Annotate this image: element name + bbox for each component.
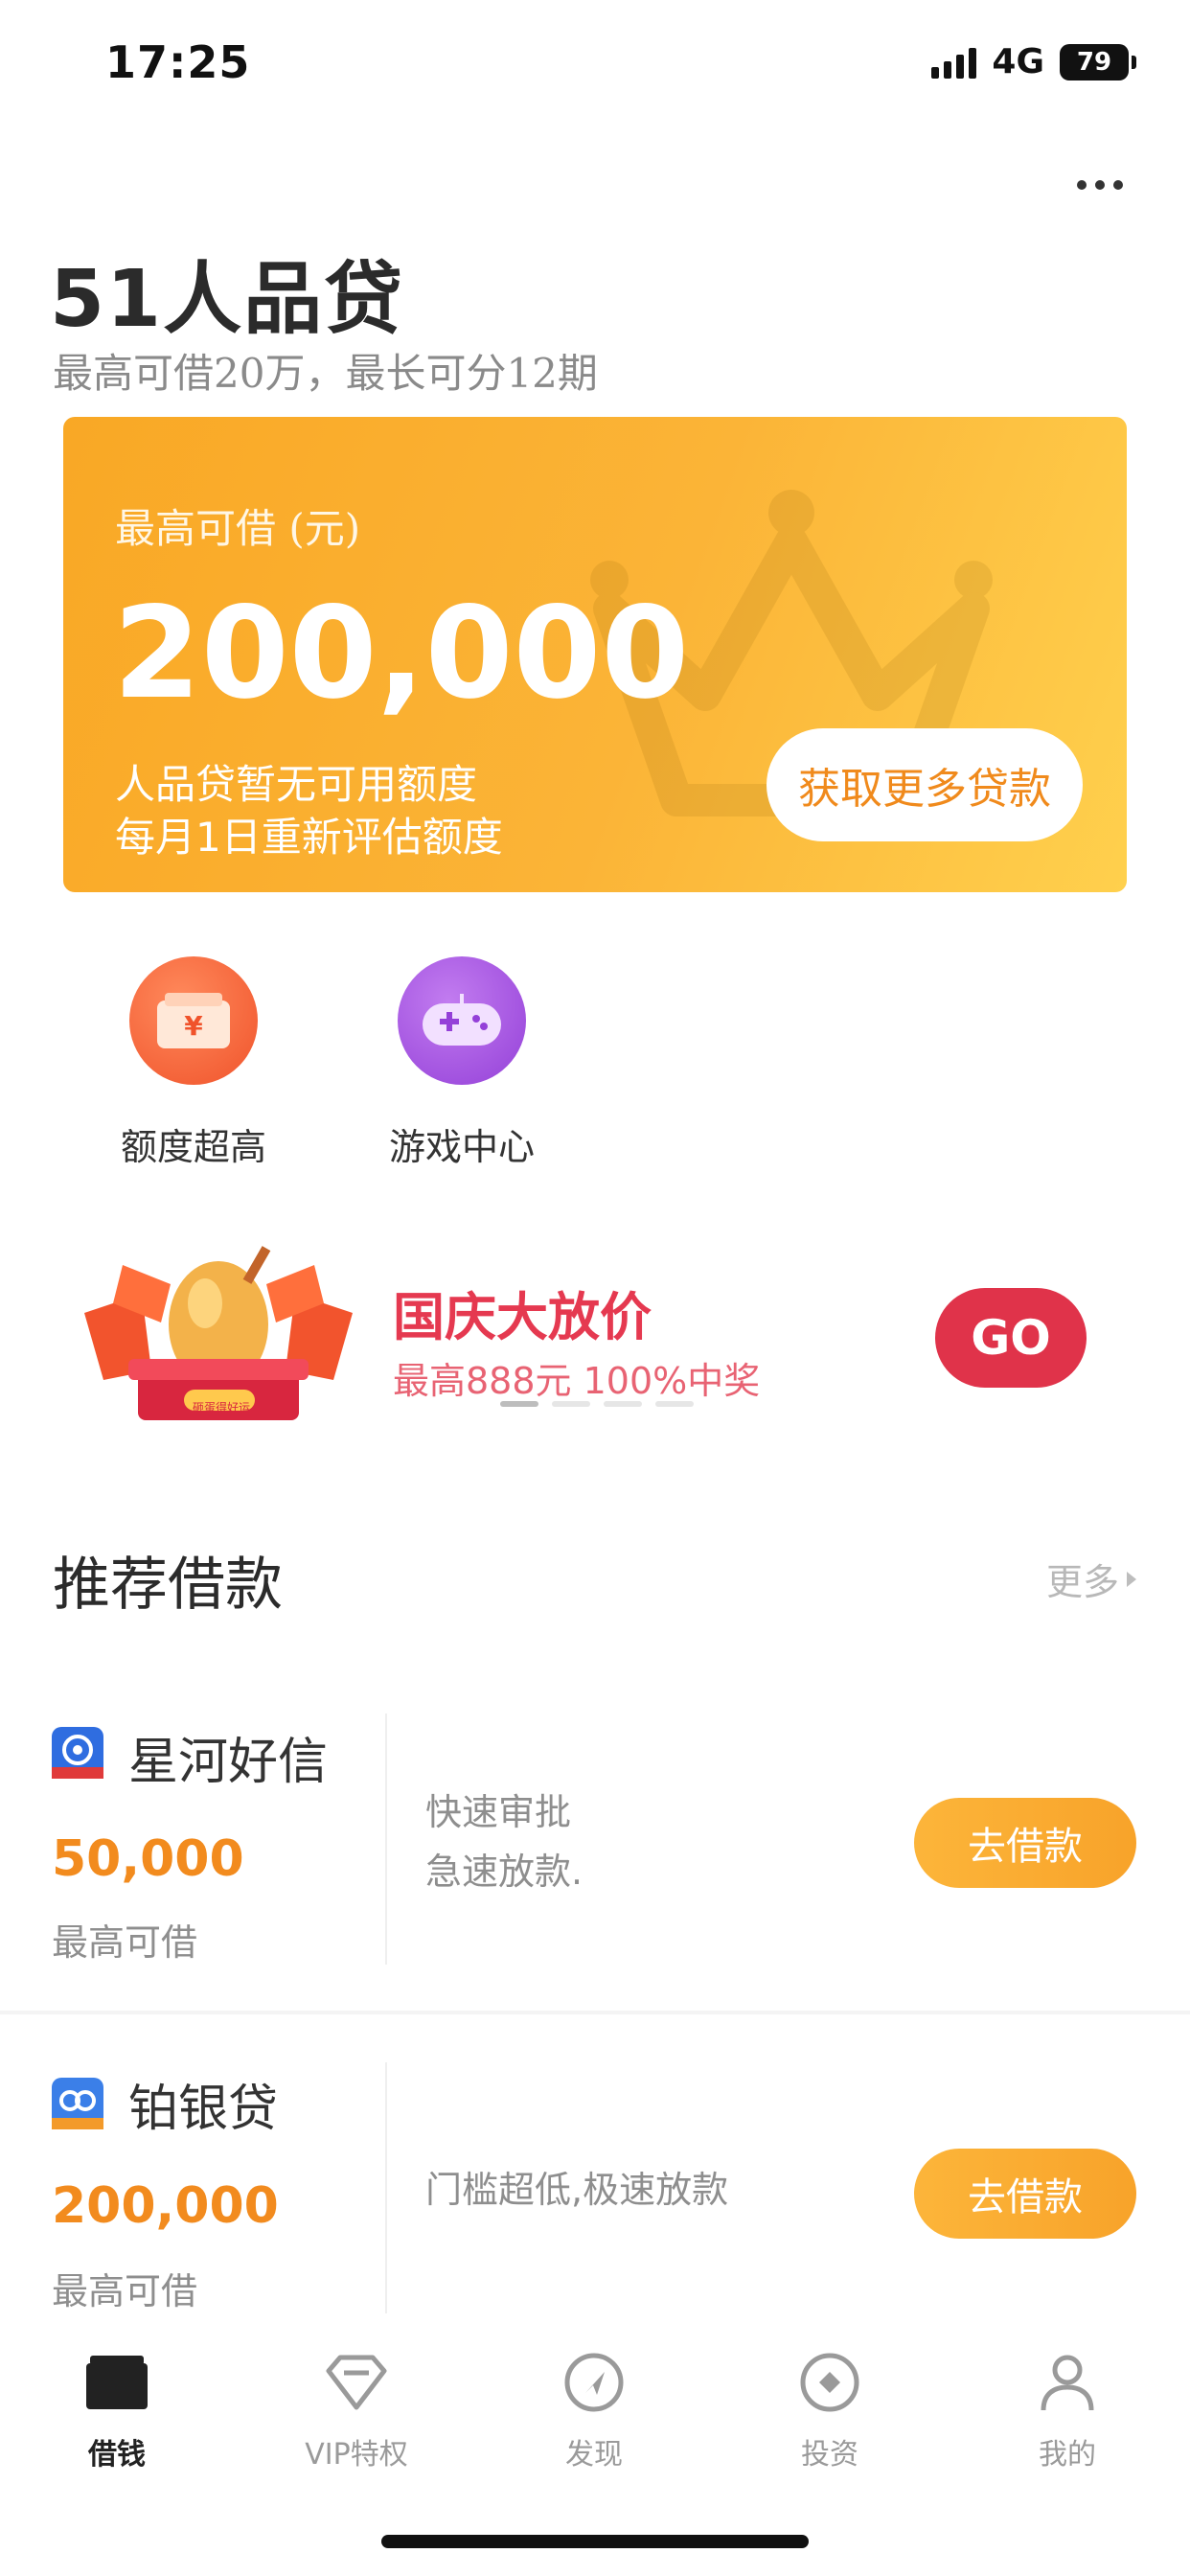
more-options-icon[interactable]	[1077, 180, 1123, 190]
borrow-button[interactable]: 去借款	[914, 2149, 1136, 2239]
loan-amount: 200,000	[52, 2177, 279, 2235]
svg-text:¥: ¥	[184, 1010, 203, 1042]
quick-link-game-center[interactable]: 游戏中心	[356, 956, 567, 1170]
bottom-tab-bar: 借钱 VIP特权 发现 投资 我的	[0, 2336, 1190, 2480]
tab-label: 发现	[565, 2438, 623, 2472]
status-time: 17:25	[105, 36, 251, 88]
loan-amount: 50,000	[52, 1830, 244, 1888]
chevron-right-icon	[1127, 1571, 1136, 1587]
hero-label: 最高可借 (元)	[115, 505, 361, 552]
loan-caption: 最高可借	[52, 1921, 198, 1964]
loan-desc-line: 快速审批	[425, 1791, 572, 1833]
battery-icon: 79	[1060, 43, 1136, 80]
wallet-tab-icon	[21, 2342, 213, 2423]
page-subtitle: 最高可借20万，最长可分12期	[53, 350, 598, 397]
banner-title: 国庆大放价	[393, 1287, 652, 1347]
signal-icon	[931, 46, 977, 79]
tab-profile[interactable]: 我的	[972, 2342, 1163, 2472]
loan-desc-line: 急速放款.	[425, 1851, 584, 1893]
get-more-loans-button[interactable]: 获取更多贷款	[767, 728, 1083, 841]
status-icons: 4G 79	[931, 42, 1136, 81]
egg-caption: 砸蛋得好运	[192, 1401, 250, 1414]
battery-level: 79	[1060, 43, 1129, 80]
borrow-button[interactable]: 去借款	[914, 1798, 1136, 1888]
tab-label: 借钱	[88, 2438, 146, 2472]
hero-reassess-line: 每月1日重新评估额度	[115, 814, 503, 861]
hero-status-line: 人品贷暂无可用额度	[115, 761, 478, 808]
profile-icon	[972, 2342, 1163, 2423]
credit-limit-card: 最高可借 (元) 200,000 人品贷暂无可用额度 每月1日重新评估额度 获取…	[63, 417, 1127, 892]
loan-name: 星河好信	[128, 1734, 329, 1791]
loan-item[interactable]: 星河好信 50,000 最高可借 快速审批 急速放款. 去借款	[0, 1704, 1190, 1972]
tab-vip[interactable]: VIP特权	[261, 2342, 452, 2472]
tab-invest[interactable]: 投资	[734, 2342, 926, 2472]
more-link-label: 更多	[1045, 1561, 1119, 1603]
gamepad-icon	[398, 956, 526, 1085]
carousel-indicator	[500, 1401, 694, 1407]
tab-discover[interactable]: 发现	[498, 2342, 690, 2472]
loan-desc-line: 门槛超低,极速放款	[425, 2169, 729, 2211]
xinghe-logo-icon	[52, 1727, 103, 1779]
tab-label: 我的	[1039, 2438, 1096, 2472]
tab-label: 投资	[801, 2438, 858, 2472]
network-type: 4G	[992, 42, 1044, 81]
quick-link-high-limit[interactable]: ¥ 额度超高	[88, 956, 299, 1170]
banner-subtitle: 最高888元 100%中奖	[393, 1360, 761, 1402]
invest-icon	[734, 2342, 926, 2423]
tab-label: VIP特权	[305, 2438, 408, 2472]
more-link[interactable]: 更多	[1046, 1552, 1136, 1605]
loan-name: 铂银贷	[128, 2081, 279, 2138]
boyin-logo-icon	[52, 2078, 103, 2129]
quick-link-label: 游戏中心	[388, 1126, 535, 1168]
banner-go-button[interactable]: GO	[935, 1288, 1087, 1388]
home-indicator[interactable]	[381, 2535, 809, 2548]
quick-link-label: 额度超高	[120, 1126, 266, 1168]
tab-borrow[interactable]: 借钱	[21, 2342, 213, 2472]
page-title: 51人品贷	[50, 254, 405, 345]
loan-caption: 最高可借	[52, 2270, 198, 2312]
compass-icon	[498, 2342, 690, 2423]
max-amount: 200,000	[113, 580, 690, 727]
section-title: 推荐借款	[53, 1552, 283, 1619]
wallet-icon: ¥	[129, 956, 258, 1085]
loan-item[interactable]: 铂银贷 200,000 最高可借 门槛超低,极速放款 去借款	[0, 2053, 1190, 2321]
diamond-icon	[261, 2342, 452, 2423]
